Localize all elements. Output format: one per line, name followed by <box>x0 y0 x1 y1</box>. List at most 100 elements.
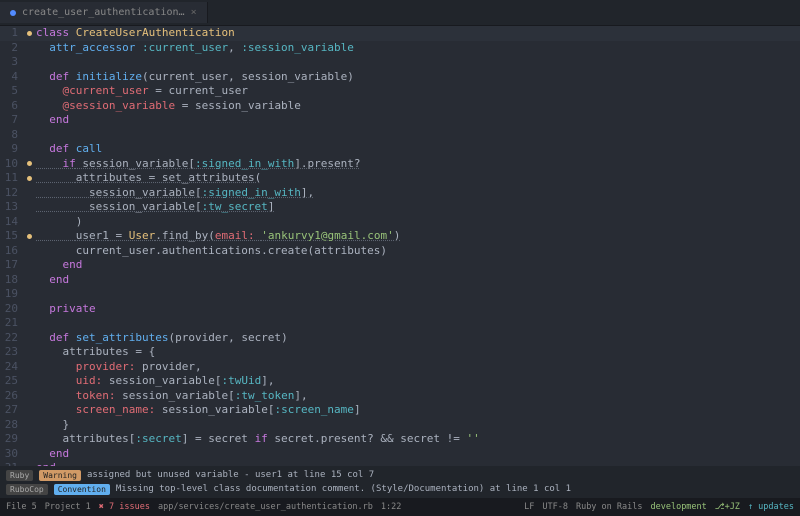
code-content[interactable]: token: session_variable[:tw_token], <box>34 389 800 404</box>
code-editor[interactable]: 1class CreateUserAuthentication2 attr_ac… <box>0 26 800 466</box>
line-number: 20 <box>0 302 24 317</box>
code-line[interactable]: 12 session_variable[:signed_in_with], <box>0 186 800 201</box>
line-number: 29 <box>0 432 24 447</box>
code-line[interactable]: 6 @session_variable = session_variable <box>0 99 800 114</box>
code-line[interactable]: 30 end <box>0 447 800 462</box>
code-line[interactable]: 5 @current_user = current_user <box>0 84 800 99</box>
gutter-marker <box>24 113 34 128</box>
lint-level-badge: Convention <box>54 484 110 495</box>
code-content[interactable]: def set_attributes(provider, secret) <box>34 331 800 346</box>
code-content[interactable]: def initialize(current_user, session_var… <box>34 70 800 85</box>
code-content[interactable]: attributes[:secret] = secret if secret.p… <box>34 432 800 447</box>
language-mode[interactable]: Ruby on Rails <box>576 502 643 512</box>
line-ending[interactable]: LF <box>524 502 534 512</box>
line-number: 13 <box>0 200 24 215</box>
code-line[interactable]: 11 attributes = set_attributes( <box>0 171 800 186</box>
lint-row[interactable]: Ruby Warning assigned but unused variabl… <box>6 468 794 482</box>
line-number: 19 <box>0 287 24 302</box>
code-content[interactable]: attr_accessor :current_user, :session_va… <box>34 41 800 56</box>
code-content[interactable]: current_user.authentications.create(attr… <box>34 244 800 259</box>
code-line[interactable]: 10 if session_variable[:signed_in_with].… <box>0 157 800 172</box>
code-content[interactable]: session_variable[:signed_in_with], <box>34 186 800 201</box>
code-content[interactable]: def call <box>34 142 800 157</box>
code-line[interactable]: 16 current_user.authentications.create(a… <box>0 244 800 259</box>
code-line[interactable]: 3 <box>0 55 800 70</box>
editor-tab[interactable]: create_user_authentication… × <box>0 2 208 23</box>
gutter-marker <box>24 55 34 70</box>
code-line[interactable]: 20 private <box>0 302 800 317</box>
code-line[interactable]: 17 end <box>0 258 800 273</box>
code-content[interactable] <box>34 55 800 70</box>
code-content[interactable]: } <box>34 418 800 433</box>
environment[interactable]: development <box>650 502 706 512</box>
code-line[interactable]: 2 attr_accessor :current_user, :session_… <box>0 41 800 56</box>
line-number: 26 <box>0 389 24 404</box>
code-area[interactable]: 1class CreateUserAuthentication2 attr_ac… <box>0 26 800 466</box>
gutter-marker <box>24 99 34 114</box>
warning-dot-icon <box>27 234 32 239</box>
cursor-position[interactable]: 1:22 <box>381 502 401 512</box>
code-line[interactable]: 27 screen_name: session_variable[:screen… <box>0 403 800 418</box>
code-content[interactable]: end <box>34 273 800 288</box>
gutter-marker <box>24 273 34 288</box>
code-content[interactable] <box>34 316 800 331</box>
project-count[interactable]: Project 1 <box>45 502 91 512</box>
code-content[interactable]: end <box>34 113 800 128</box>
code-line[interactable]: 24 provider: provider, <box>0 360 800 375</box>
gutter-marker <box>24 447 34 462</box>
code-line[interactable]: 8 <box>0 128 800 143</box>
encoding[interactable]: UTF-8 <box>542 502 568 512</box>
code-content[interactable]: if session_variable[:signed_in_with].pre… <box>34 157 800 172</box>
gutter-marker <box>24 70 34 85</box>
code-content[interactable]: user1 = User.find_by(email: 'ankurvy1@gm… <box>34 229 800 244</box>
code-line[interactable]: 13 session_variable[:tw_secret] <box>0 200 800 215</box>
code-content[interactable] <box>34 287 800 302</box>
file-count[interactable]: File 5 <box>6 502 37 512</box>
code-content[interactable]: uid: session_variable[:twUid], <box>34 374 800 389</box>
code-line[interactable]: 26 token: session_variable[:tw_token], <box>0 389 800 404</box>
code-line[interactable]: 18 end <box>0 273 800 288</box>
code-line[interactable]: 25 uid: session_variable[:twUid], <box>0 374 800 389</box>
code-line[interactable]: 28 } <box>0 418 800 433</box>
code-line[interactable]: 19 <box>0 287 800 302</box>
code-line[interactable]: 29 attributes[:secret] = secret if secre… <box>0 432 800 447</box>
file-path[interactable]: app/services/create_user_authentication.… <box>158 502 373 512</box>
updates-indicator[interactable]: ↑ updates <box>748 502 794 512</box>
gutter-marker <box>24 432 34 447</box>
line-number: 9 <box>0 142 24 157</box>
code-content[interactable]: end <box>34 447 800 462</box>
code-line[interactable]: 15 user1 = User.find_by(email: 'ankurvy1… <box>0 229 800 244</box>
tab-filename: create_user_authentication… <box>22 7 185 18</box>
code-line[interactable]: 9 def call <box>0 142 800 157</box>
git-branch[interactable]: ⎇+JZ <box>715 502 740 512</box>
code-content[interactable] <box>34 128 800 143</box>
code-content[interactable]: ) <box>34 215 800 230</box>
code-line[interactable]: 7 end <box>0 113 800 128</box>
lint-row[interactable]: RuboCop Convention Missing top-level cla… <box>6 482 794 496</box>
gutter-marker <box>24 418 34 433</box>
code-content[interactable]: private <box>34 302 800 317</box>
code-line[interactable]: 1class CreateUserAuthentication <box>0 26 800 41</box>
code-line[interactable]: 4 def initialize(current_user, session_v… <box>0 70 800 85</box>
code-line[interactable]: 21 <box>0 316 800 331</box>
line-number: 27 <box>0 403 24 418</box>
code-content[interactable]: @session_variable = session_variable <box>34 99 800 114</box>
code-content[interactable]: session_variable[:tw_secret] <box>34 200 800 215</box>
gutter-marker <box>24 258 34 273</box>
code-line[interactable]: 23 attributes = { <box>0 345 800 360</box>
code-content[interactable]: provider: provider, <box>34 360 800 375</box>
gutter-marker <box>24 244 34 259</box>
close-icon[interactable]: × <box>191 7 197 18</box>
code-content[interactable]: class CreateUserAuthentication <box>34 26 800 41</box>
code-content[interactable]: attributes = set_attributes( <box>34 171 800 186</box>
code-content[interactable]: screen_name: session_variable[:screen_na… <box>34 403 800 418</box>
line-number: 6 <box>0 99 24 114</box>
code-content[interactable]: @current_user = current_user <box>34 84 800 99</box>
code-content[interactable]: end <box>34 258 800 273</box>
issues-count[interactable]: ✖ 7 issues <box>99 502 150 512</box>
line-number: 23 <box>0 345 24 360</box>
gutter-marker <box>24 26 34 41</box>
code-content[interactable]: attributes = { <box>34 345 800 360</box>
code-line[interactable]: 22 def set_attributes(provider, secret) <box>0 331 800 346</box>
code-line[interactable]: 14 ) <box>0 215 800 230</box>
